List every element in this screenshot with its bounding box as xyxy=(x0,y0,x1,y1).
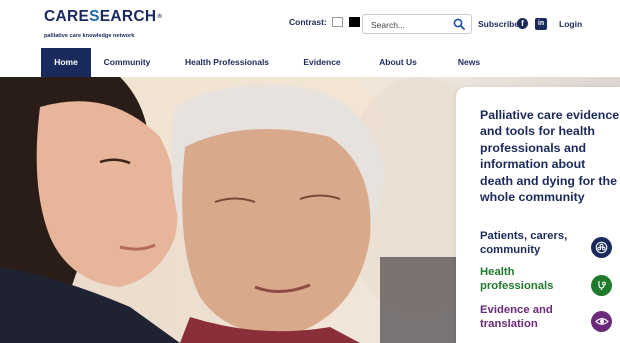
nav-health-professionals[interactable]: Health Professionals xyxy=(182,48,272,77)
nav-news[interactable]: News xyxy=(452,48,486,77)
nav-evidence[interactable]: Evidence xyxy=(300,48,344,77)
search-box xyxy=(362,14,472,34)
contrast-white-swatch[interactable] xyxy=(331,17,343,27)
subscribe-link[interactable]: Subscribe xyxy=(478,19,519,29)
search-icon[interactable] xyxy=(453,18,465,30)
login-link[interactable]: Login xyxy=(559,19,582,29)
facebook-icon[interactable]: f xyxy=(517,18,528,29)
nav-about-us[interactable]: About Us xyxy=(374,48,422,77)
stethoscope-icon[interactable] xyxy=(591,275,612,296)
evidence-translation-link[interactable]: Evidence and translation xyxy=(480,304,588,332)
hero-headline: Palliative care evidence and tools for h… xyxy=(480,108,620,205)
nav-community[interactable]: Community xyxy=(100,48,154,77)
linkedin-icon[interactable]: in xyxy=(535,18,547,30)
main-nav: Home Community Health Professionals Evid… xyxy=(0,48,620,77)
hero-info-panel: Palliative care evidence and tools for h… xyxy=(456,87,620,343)
contrast-label: Contrast: xyxy=(289,17,327,27)
logo-wordmark: CARE S EARCH ® xyxy=(44,8,163,25)
community-icon[interactable] xyxy=(591,237,612,258)
nav-home[interactable]: Home xyxy=(41,48,91,77)
contrast-control: Contrast: xyxy=(289,17,360,27)
eye-icon[interactable] xyxy=(591,311,612,332)
health-professionals-link[interactable]: Health professionals xyxy=(480,266,588,294)
caresearch-logo[interactable]: CARE S EARCH ® palliative care knowledge ne… xyxy=(44,8,163,42)
site-header: CARE S EARCH ® palliative care knowledge ne… xyxy=(0,0,620,48)
patients-carers-community-link[interactable]: Patients, carers, community xyxy=(480,230,588,258)
contrast-black-swatch[interactable] xyxy=(348,17,360,27)
search-input[interactable] xyxy=(371,16,451,34)
logo-tagline: palliative care knowledge network xyxy=(44,33,135,39)
